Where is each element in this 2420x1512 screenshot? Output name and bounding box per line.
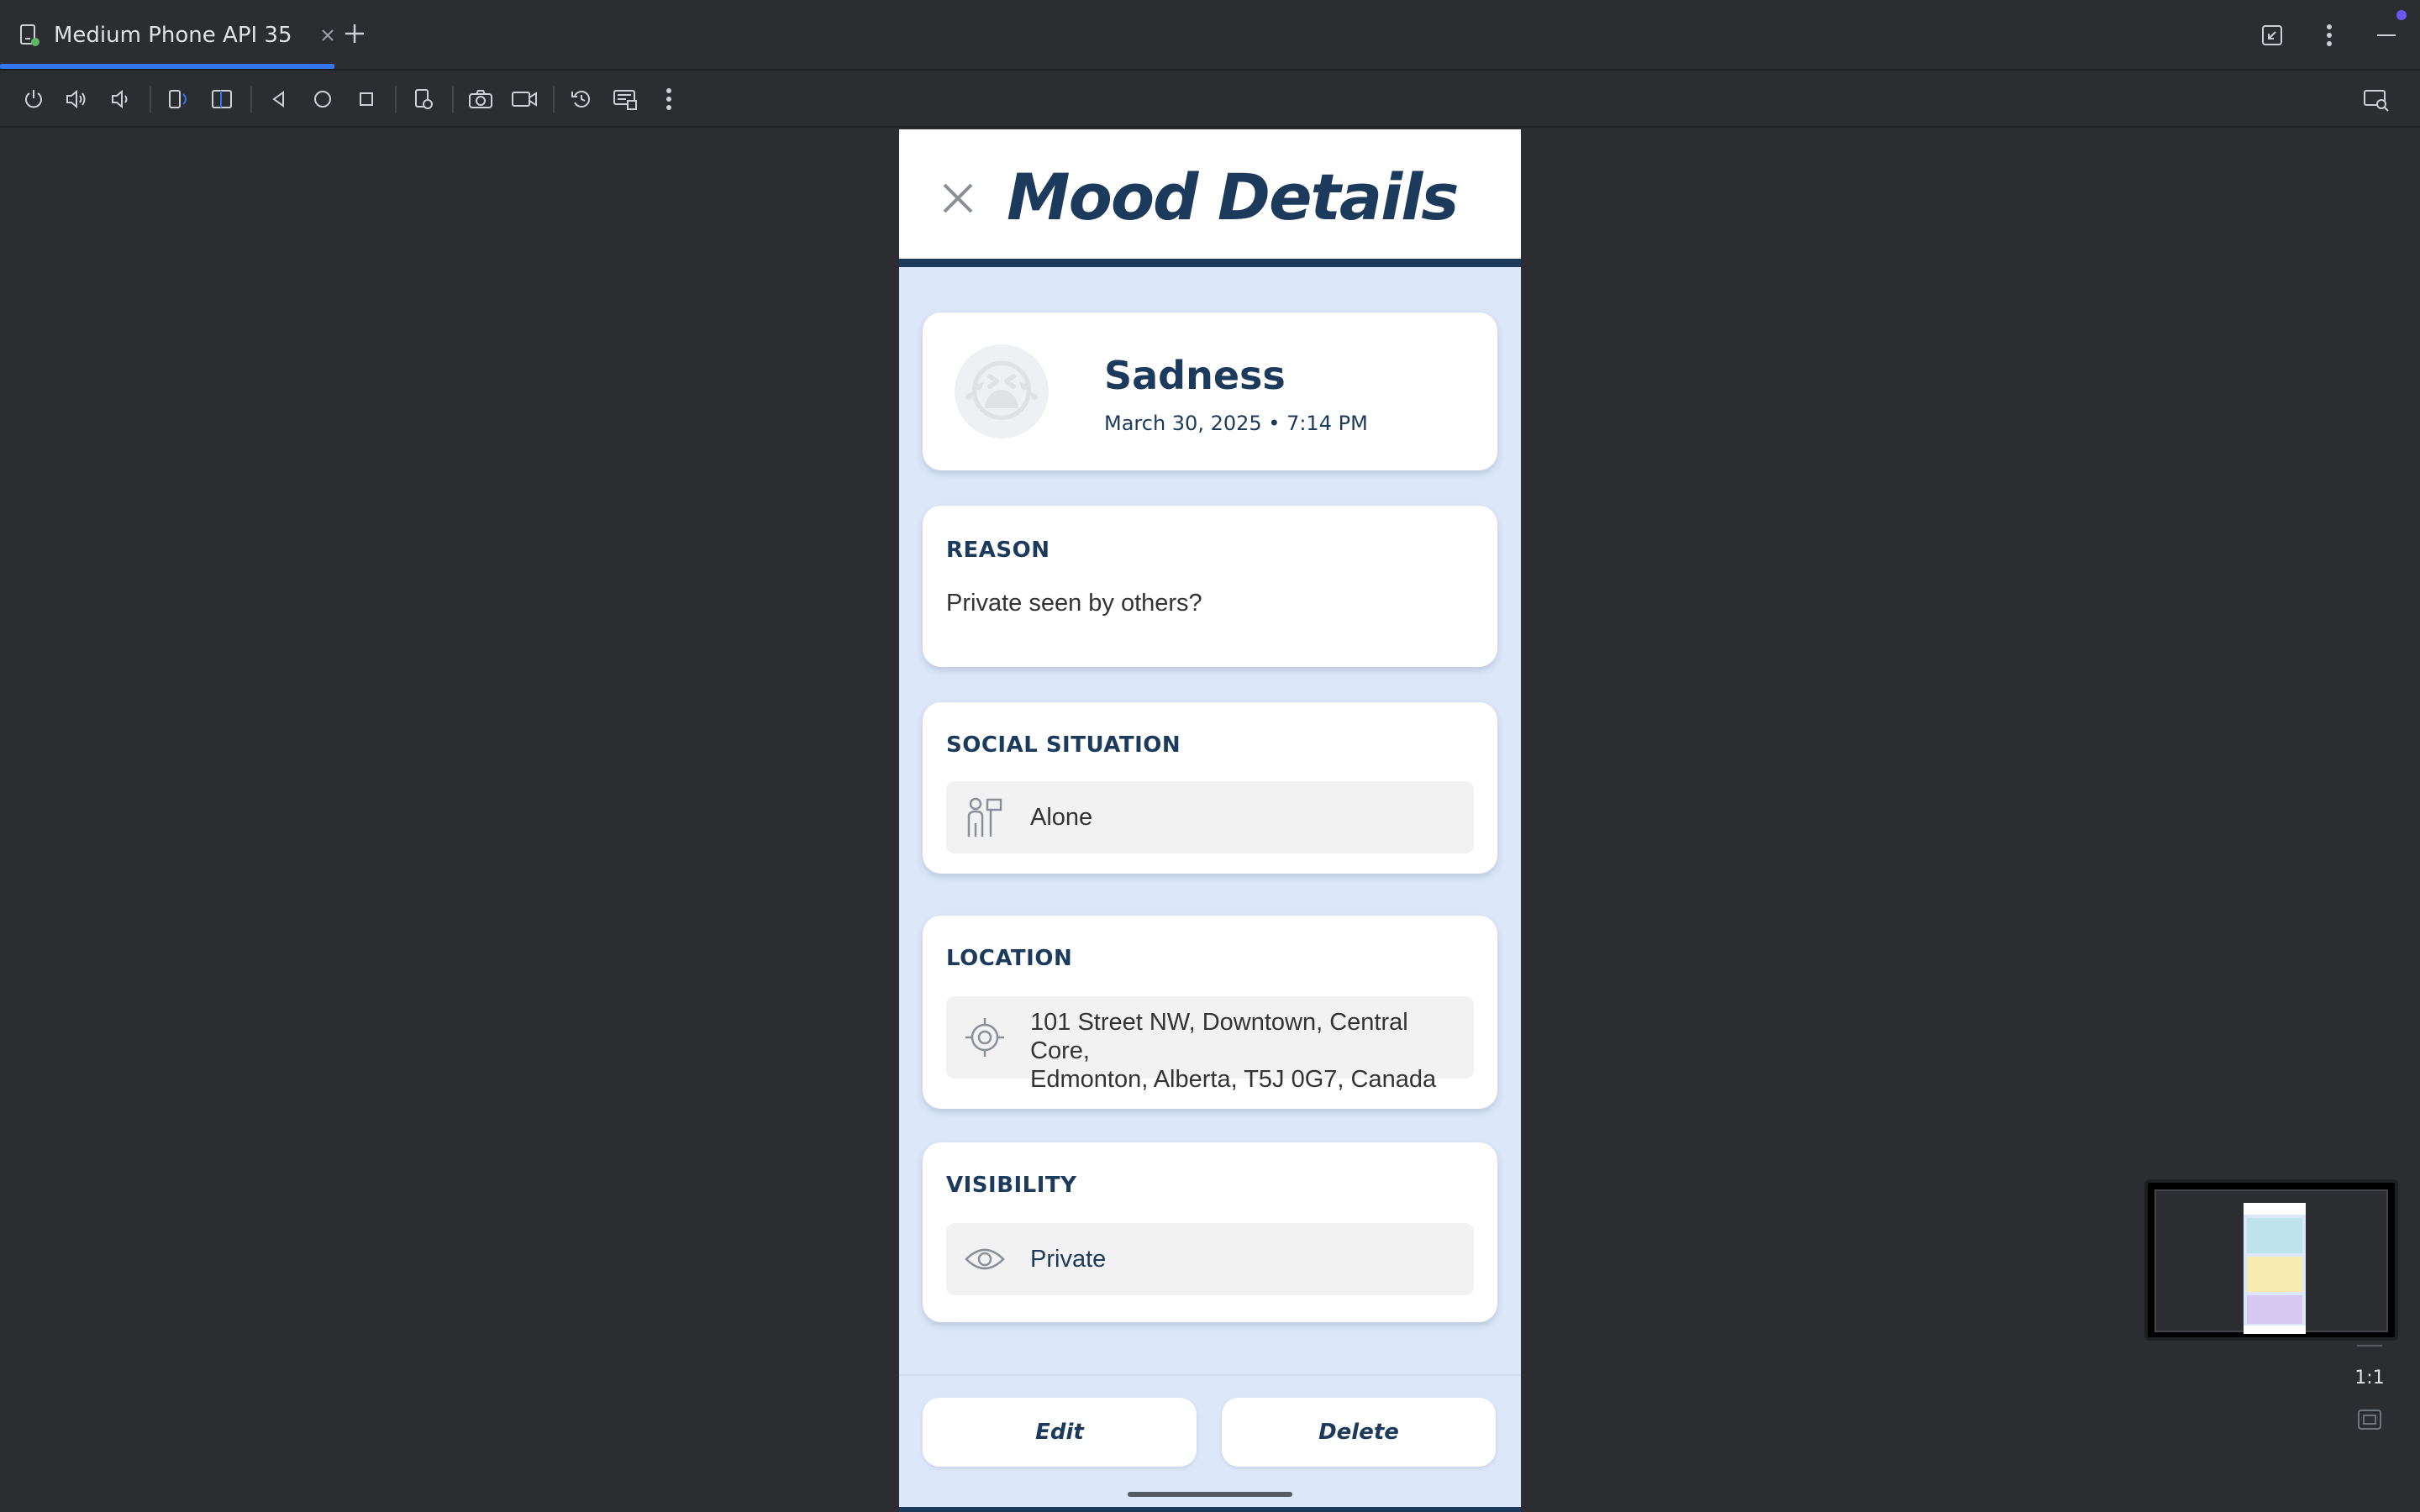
person-icon [961, 794, 1008, 841]
location-card: LOCATION 101 Street NW, Downtown, Centra… [923, 916, 1497, 1109]
gesture-home-handle[interactable] [1128, 1492, 1292, 1497]
window-controls [2255, 10, 2407, 52]
gps-target-icon [961, 1014, 1008, 1061]
toolbar-separator [395, 86, 397, 113]
delete-button[interactable]: Delete [1222, 1398, 1496, 1467]
toolbar-separator [250, 86, 252, 113]
preview-phone [2244, 1203, 2306, 1334]
social-situation-card: SOCIAL SITUATION Alone [923, 702, 1497, 874]
visibility-card: VISIBILITY Private [923, 1142, 1497, 1322]
device-preview-thumbnail[interactable] [2144, 1179, 2398, 1341]
ide-title-bar: Medium Phone API 35 [0, 0, 2420, 71]
location-value-box: 101 Street NW, Downtown, Central Core, E… [946, 996, 1474, 1093]
preview-screen [2154, 1189, 2388, 1334]
page-title: Mood Details [1007, 160, 1459, 234]
back-icon[interactable] [262, 82, 296, 116]
rotate-right-icon[interactable] [205, 82, 239, 116]
toolbar-separator [452, 86, 454, 113]
camera-icon[interactable] [464, 82, 497, 116]
snapshot-restore-icon[interactable] [565, 82, 598, 116]
zoom-divider-icon [2357, 1345, 2382, 1347]
video-record-icon[interactable] [508, 82, 541, 116]
emulator-toolbar [0, 72, 2420, 128]
device-settings-icon[interactable] [407, 82, 440, 116]
mood-summary-card: 😭 Sadness March 30, 2025 • 7:14 PM [923, 312, 1497, 470]
close-icon[interactable] [316, 24, 339, 47]
location-address-line-1: 101 Street NW, Downtown, Central Core, [1030, 1009, 1408, 1064]
rotate-left-icon[interactable] [161, 82, 195, 116]
more-vert-icon[interactable] [2312, 18, 2346, 52]
mood-emoji-icon: 😭 [955, 344, 1049, 438]
toolbar-separator [553, 86, 555, 113]
reason-card: REASON Private seen by others? [923, 506, 1497, 667]
active-tab-indicator [0, 64, 334, 69]
reason-label: REASON [946, 538, 1050, 563]
device-phone-icon [17, 23, 42, 48]
location-address: 101 Street NW, Downtown, Central Core, E… [1030, 1008, 1474, 1094]
volume-up-icon[interactable] [60, 82, 94, 116]
eye-icon [961, 1236, 1008, 1283]
close-icon[interactable] [936, 176, 980, 220]
volume-down-icon[interactable] [104, 82, 138, 116]
reason-text: Private seen by others? [946, 590, 1202, 617]
device-tab-label: Medium Phone API 35 [54, 23, 292, 48]
mood-name: Sadness [1104, 353, 1286, 398]
app-header: Mood Details [899, 129, 1521, 267]
fit-screen-icon[interactable] [2357, 1409, 2382, 1434]
device-tab[interactable]: Medium Phone API 35 [17, 0, 339, 71]
social-situation-value-box: Alone [946, 781, 1474, 853]
overview-icon[interactable] [350, 82, 383, 116]
home-icon[interactable] [306, 82, 339, 116]
notification-dot [2396, 10, 2407, 20]
restore-window-icon[interactable] [2255, 18, 2289, 52]
device-mirror-icon[interactable] [2360, 83, 2393, 117]
toolbar-separator [150, 86, 151, 113]
minimize-icon[interactable] [2370, 10, 2407, 52]
social-situation-label: SOCIAL SITUATION [946, 732, 1181, 758]
social-situation-value: Alone [1030, 804, 1093, 831]
phone-bottom-border [899, 1507, 1521, 1512]
zoom-controls: 1:1 [2344, 1344, 2395, 1434]
location-label: LOCATION [946, 946, 1073, 971]
location-address-line-2: Edmonton, Alberta, T5J 0G7, Canada [1030, 1066, 1437, 1093]
zoom-actual-size-button[interactable]: 1:1 [2354, 1368, 2384, 1389]
phone-screen: Mood Details 😭 Sadness March 30, 2025 • … [899, 129, 1521, 1512]
power-icon[interactable] [17, 82, 50, 116]
edit-button[interactable]: Edit [923, 1398, 1197, 1467]
plus-icon[interactable] [338, 17, 371, 50]
visibility-value-box: Private [946, 1223, 1474, 1295]
visibility-label: VISIBILITY [946, 1173, 1077, 1198]
more-vert-icon[interactable] [652, 82, 686, 116]
mood-datetime: March 30, 2025 • 7:14 PM [1104, 412, 1368, 435]
extended-controls-icon[interactable] [608, 82, 642, 116]
visibility-value: Private [1030, 1246, 1107, 1273]
